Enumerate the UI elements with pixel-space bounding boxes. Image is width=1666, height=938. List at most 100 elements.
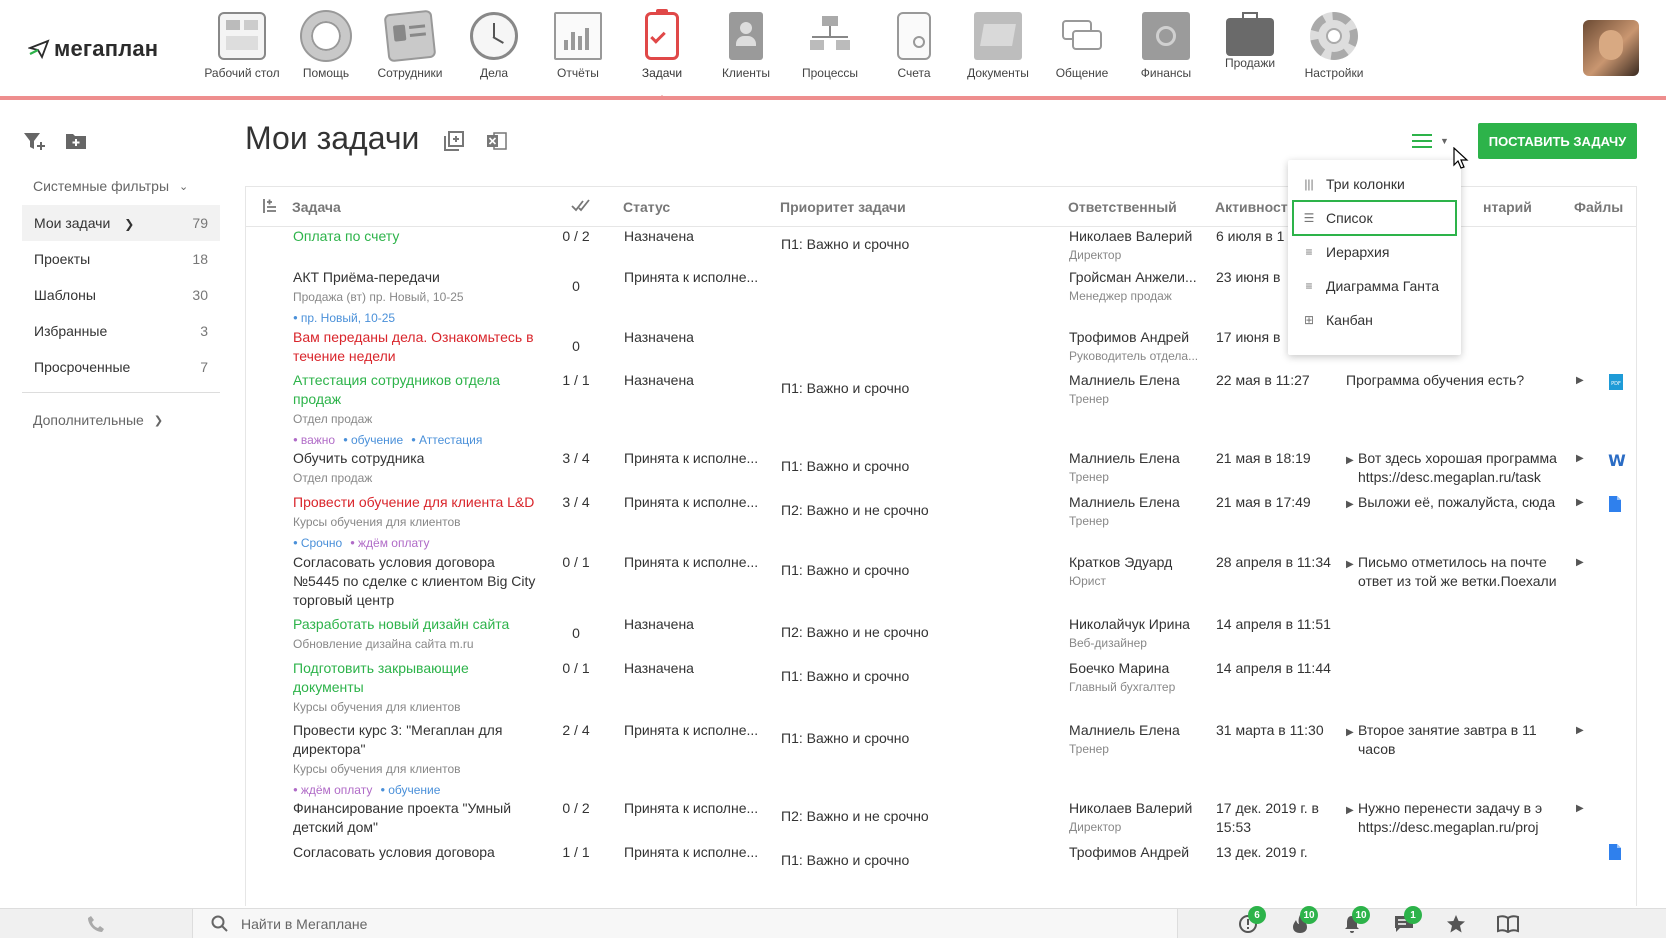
system-filters-toggle[interactable]: Системные фильтры ⌄ <box>33 178 188 194</box>
add-task-button[interactable]: ПОСТАВИТЬ ЗАДАЧУ <box>1478 123 1637 159</box>
priority-cell[interactable]: П2: Важно и не срочно <box>781 807 1041 826</box>
sidebar-item-my-tasks[interactable]: Мои задачи ❯ 79 <box>22 205 220 241</box>
priority-cell[interactable]: П1: Важно и срочно <box>781 235 1041 254</box>
word-file-icon[interactable]: W <box>1608 451 1628 471</box>
task-title-link[interactable]: Вам переданы дела. Ознакомьтесь в течени… <box>293 328 538 366</box>
megaplan-logo[interactable]: мегаплан <box>28 36 158 62</box>
status-cell[interactable]: Назначена <box>624 328 764 347</box>
menu-item-kanban[interactable]: ⊞ Канбан <box>1292 302 1457 338</box>
messages-button[interactable]: 1 <box>1378 906 1430 938</box>
task-project[interactable]: Отдел продаж <box>293 410 538 429</box>
status-cell[interactable]: Назначена <box>624 227 764 246</box>
nav-item-invoices[interactable]: Счета <box>872 12 956 80</box>
nav-item-sales[interactable]: Продажи <box>1208 12 1292 80</box>
nav-item-employees[interactable]: Сотрудники <box>368 9 452 80</box>
responsible-name[interactable]: Трофимов Андрей <box>1069 843 1199 862</box>
nav-item-tasks[interactable]: Задачи <box>620 9 704 100</box>
task-title-link[interactable]: Согласовать условия договора <box>293 843 538 862</box>
column-header-priority[interactable]: Приоритет задачи <box>780 199 906 215</box>
nav-item-communication[interactable]: Общение <box>1040 12 1124 80</box>
column-header-comment[interactable]: нтарий <box>1483 199 1532 215</box>
status-cell[interactable]: Принята к исполне... <box>624 799 764 818</box>
responsible-name[interactable]: Николаев Валерий <box>1069 799 1199 818</box>
comment-cell[interactable]: ▶ Второе занятие завтра в 11 часов <box>1346 721 1561 759</box>
task-project[interactable]: Обновление дизайна сайта m.ru <box>293 635 538 654</box>
tag-chip[interactable]: Срочно <box>293 536 342 550</box>
nav-item-reports[interactable]: Отчёты <box>536 12 620 80</box>
knowledge-base-button[interactable] <box>1482 909 1534 938</box>
favorites-button[interactable] <box>1430 909 1482 938</box>
sidebar-item-overdue[interactable]: Просроченные 7 <box>22 349 220 385</box>
nav-item-settings[interactable]: Настройки <box>1292 12 1376 80</box>
task-title-link[interactable]: Подготовить закрывающие документы <box>293 659 538 697</box>
comment-cell[interactable]: ▶ Нужно перенести задачу в э https://desc… <box>1346 799 1561 837</box>
menu-item-three-columns[interactable]: ||| Три колонки <box>1292 166 1457 202</box>
responsible-name[interactable]: Николаев Валерий <box>1069 227 1199 246</box>
sidebar-item-templates[interactable]: Шаблоны 30 <box>22 277 220 313</box>
doc-file-icon[interactable] <box>1608 495 1628 515</box>
expand-arrow-icon[interactable]: ▶ <box>1576 449 1586 468</box>
status-cell[interactable]: Принята к исполне... <box>624 493 764 512</box>
task-project[interactable]: Курсы обучения для клиентов <box>293 760 538 779</box>
responsible-name[interactable]: Николайчук Ирина <box>1069 615 1199 634</box>
notifications-button[interactable]: 10 <box>1326 906 1378 938</box>
global-search[interactable]: Найти в Мегаплане <box>192 909 1178 938</box>
nav-item-deals[interactable]: Дела <box>452 12 536 80</box>
responsible-name[interactable]: Трофимов Андрей <box>1069 328 1199 347</box>
priority-cell[interactable]: П1: Важно и срочно <box>781 851 1041 870</box>
fire-button[interactable]: 10 <box>1274 906 1326 938</box>
task-title-link[interactable]: Разработать новый дизайн сайта <box>293 615 538 634</box>
comment-cell[interactable]: ▶ Вот здесь хорошая программа https://des… <box>1346 449 1561 487</box>
status-cell[interactable]: Назначена <box>624 615 764 634</box>
additional-filters-toggle[interactable]: Дополнительные ❯ <box>33 412 163 428</box>
priority-cell[interactable]: П1: Важно и срочно <box>781 667 1041 686</box>
column-header-files[interactable]: Файлы <box>1574 199 1623 215</box>
tag-chip[interactable]: ждём оплату <box>350 536 429 550</box>
task-project[interactable]: Продажа (вт) пр. Новый, 10-25 <box>293 288 538 307</box>
priority-cell[interactable]: П1: Важно и срочно <box>781 729 1041 748</box>
priority-cell[interactable]: П2: Важно и не срочно <box>781 501 1041 520</box>
menu-item-hierarchy[interactable]: ≡ Иерархия <box>1292 234 1457 270</box>
tag-chip[interactable]: важно <box>293 433 335 447</box>
menu-item-list[interactable]: ☰ Список <box>1292 200 1457 236</box>
alerts-button[interactable]: 6 <box>1222 906 1274 938</box>
responsible-name[interactable]: Малниель Елена <box>1069 721 1199 740</box>
priority-cell[interactable]: П1: Важно и срочно <box>781 457 1041 476</box>
sidebar-item-favorites[interactable]: Избранные 3 <box>22 313 220 349</box>
task-title-link[interactable]: АКТ Приёма-передачи <box>293 268 538 287</box>
task-title-link[interactable]: Провести обучение для клиента L&D <box>293 493 538 512</box>
filter-add-icon[interactable] <box>22 130 46 152</box>
expand-arrow-icon[interactable]: ▶ <box>1576 371 1586 390</box>
nav-item-help[interactable]: Помощь <box>284 12 368 80</box>
column-settings-icon[interactable] <box>262 198 278 217</box>
user-avatar[interactable] <box>1583 20 1639 76</box>
expand-arrow-icon[interactable]: ▶ <box>1576 799 1586 818</box>
task-title-link[interactable]: Аттестация сотрудников отдела продаж <box>293 371 538 409</box>
task-project[interactable]: Курсы обучения для клиентов <box>293 513 538 532</box>
expand-arrow-icon[interactable]: ▶ <box>1576 493 1586 512</box>
status-cell[interactable]: Назначена <box>624 371 764 390</box>
nav-item-clients[interactable]: Клиенты <box>704 12 788 80</box>
tag-chip[interactable]: пр. Новый, 10-25 <box>293 311 395 325</box>
status-cell[interactable]: Назначена <box>624 659 764 678</box>
responsible-name[interactable]: Малниель Елена <box>1069 371 1199 390</box>
priority-cell[interactable]: П1: Важно и срочно <box>781 561 1041 580</box>
priority-cell[interactable]: П1: Важно и срочно <box>781 379 1041 398</box>
sidebar-item-projects[interactable]: Проекты 18 <box>22 241 220 277</box>
nav-item-documents[interactable]: Документы <box>956 12 1040 80</box>
task-title-link[interactable]: Согласовать условия договора №5445 по сд… <box>293 553 538 610</box>
nav-item-desktop[interactable]: Рабочий стол <box>200 12 284 80</box>
status-cell[interactable]: Принята к исполне... <box>624 843 764 862</box>
task-title-link[interactable]: Провести курс 3: "Мегаплан для директора… <box>293 721 538 759</box>
tag-chip[interactable]: обучение <box>343 433 403 447</box>
task-title-link[interactable]: Обучить сотрудника <box>293 449 538 468</box>
task-title-link[interactable]: Финансирование проекта "Умный детский до… <box>293 799 538 837</box>
status-cell[interactable]: Принята к исполне... <box>624 721 764 740</box>
task-title-link[interactable]: Оплата по счету <box>293 227 538 246</box>
responsible-name[interactable]: Кратков Эдуард <box>1069 553 1199 572</box>
comment-cell[interactable]: ▶ Выложи её, пожалуйста, сюда <box>1346 493 1561 514</box>
column-header-task[interactable]: Задача <box>292 199 341 215</box>
column-header-status[interactable]: Статус <box>623 199 670 215</box>
doc-file-icon[interactable] <box>1608 843 1628 863</box>
comment-cell[interactable]: Программа обучения есть? <box>1346 371 1561 390</box>
